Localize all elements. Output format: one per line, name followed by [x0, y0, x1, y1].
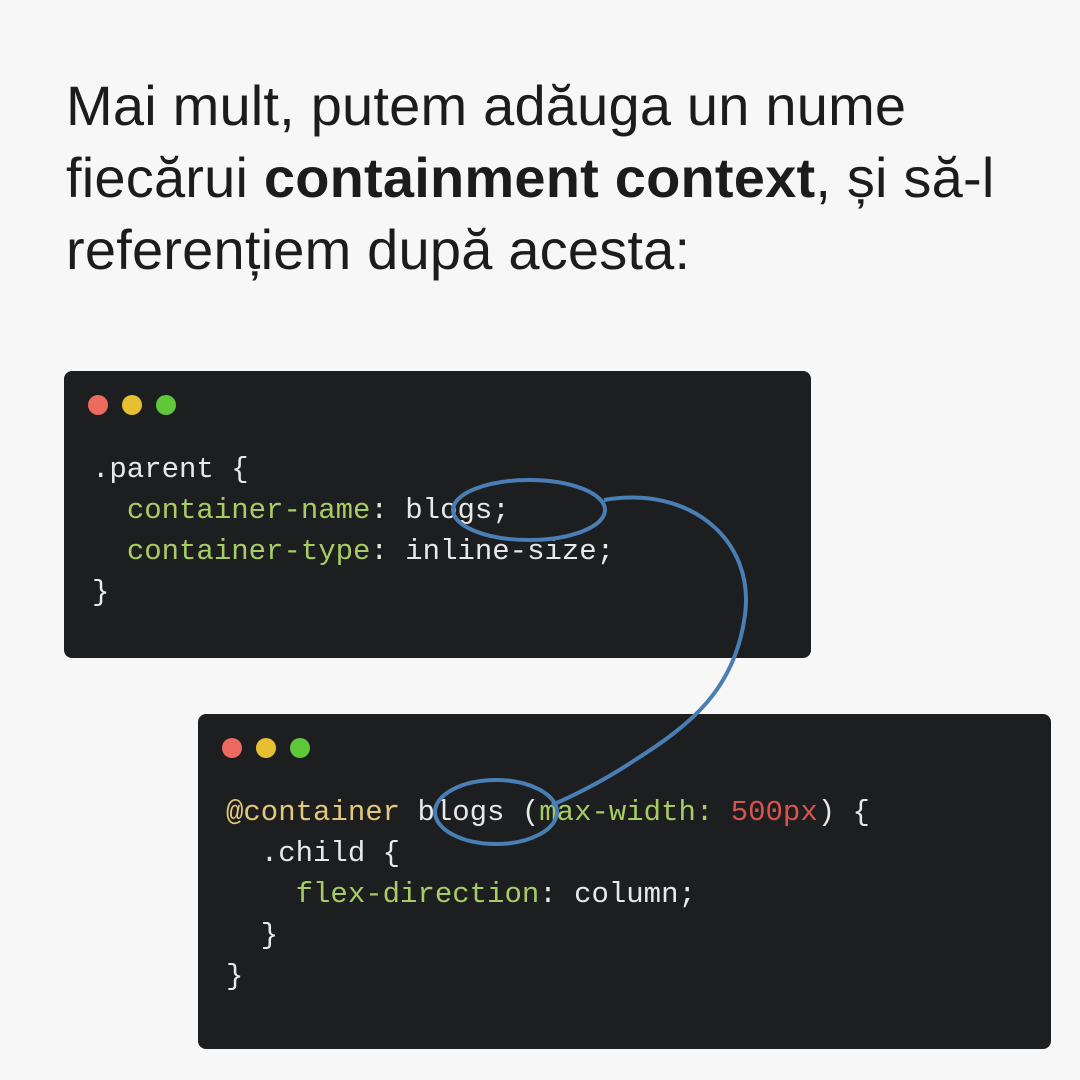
minimize-dot-icon: [256, 738, 276, 758]
maximize-dot-icon: [156, 395, 176, 415]
at-rule-keyword: @container: [226, 796, 401, 829]
property-container-type: container-type: [126, 535, 371, 568]
container-name-value: blogs;: [405, 494, 510, 527]
window-controls: [222, 738, 310, 758]
separator: :: [370, 494, 406, 527]
heading: Mai mult, putem adăuga un nume fiecărui …: [66, 70, 1026, 286]
close-dot-icon: [88, 395, 108, 415]
heading-bold-term: containment context: [263, 146, 816, 209]
maximize-dot-icon: [290, 738, 310, 758]
code-line: }: [92, 576, 110, 609]
code-line: }: [226, 960, 244, 993]
property-container-name: container-name: [126, 494, 371, 527]
code-block-container-query: @container blogs (max-width: 500px) { .c…: [226, 792, 870, 997]
code-line: }: [226, 919, 279, 952]
minimize-dot-icon: [122, 395, 142, 415]
close-dot-icon: [222, 738, 242, 758]
container-type-value: inline-size;: [405, 535, 615, 568]
paren-open: (: [504, 796, 540, 829]
code-window-container-query: @container blogs (max-width: 500px) { .c…: [198, 714, 1051, 1049]
window-controls: [88, 395, 176, 415]
code-line: .child {: [226, 837, 401, 870]
separator: :: [370, 535, 406, 568]
code-block-parent: .parent { container-name: blogs; contain…: [92, 449, 614, 613]
flex-direction-value: : column;: [539, 878, 696, 911]
paren-close: ) {: [817, 796, 870, 829]
code-line: .parent {: [92, 453, 249, 486]
property-max-width: max-width:: [539, 796, 714, 829]
container-name-reference: blogs: [417, 796, 505, 829]
number-value: 500px: [730, 796, 818, 829]
code-window-parent: .parent { container-name: blogs; contain…: [64, 371, 811, 658]
property-flex-direction: flex-direction: [295, 878, 540, 911]
